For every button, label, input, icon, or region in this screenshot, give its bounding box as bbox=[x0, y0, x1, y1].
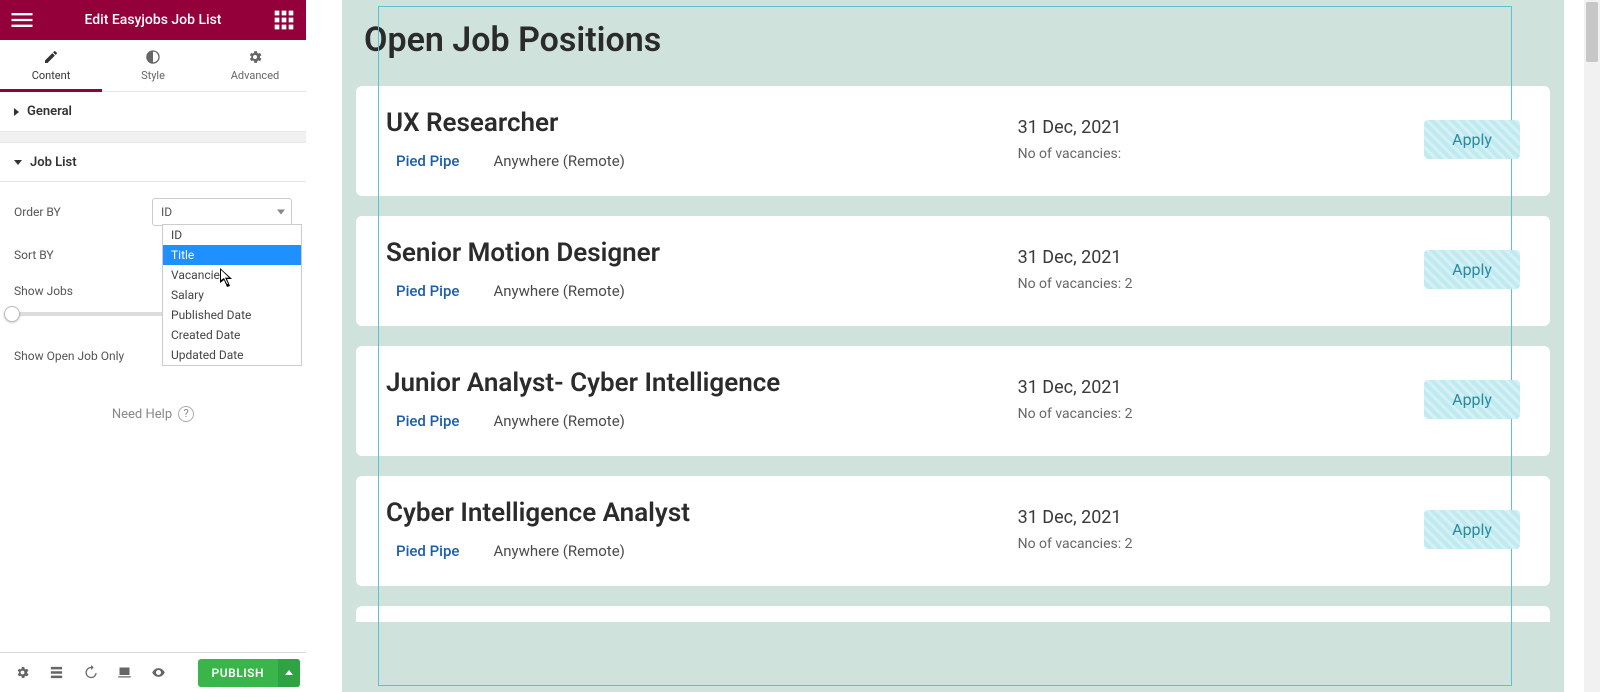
panel-footer: PUBLISH bbox=[0, 652, 306, 692]
section-general[interactable]: General bbox=[0, 92, 306, 132]
tab-advanced[interactable]: Advanced bbox=[204, 40, 306, 91]
panel-header: Edit Easyjobs Job List bbox=[0, 0, 306, 40]
job-vacancies: No of vacancies: bbox=[1018, 146, 1350, 162]
order-by-option[interactable]: Created Date bbox=[163, 325, 301, 345]
order-by-label: Order BY bbox=[14, 205, 152, 219]
job-company[interactable]: Pied Pipe bbox=[396, 152, 459, 170]
job-date: 31 Dec, 2021 bbox=[1018, 377, 1350, 398]
job-title: Cyber Intelligence Analyst bbox=[386, 498, 1018, 528]
job-location: Anywhere (Remote) bbox=[493, 542, 624, 560]
control-order-by: Order BY ID IDTitleVacanciesSalaryPublis… bbox=[14, 198, 292, 226]
widget-area[interactable]: Open Job Positions UX Researcher Pied Pip… bbox=[342, 0, 1564, 692]
panel-title: Edit Easyjobs Job List bbox=[85, 12, 222, 28]
responsive-icon[interactable] bbox=[108, 657, 140, 689]
need-help-label: Need Help bbox=[112, 407, 172, 422]
job-date: 31 Dec, 2021 bbox=[1018, 117, 1350, 138]
controls: Order BY ID IDTitleVacanciesSalaryPublis… bbox=[0, 182, 306, 422]
job-location: Anywhere (Remote) bbox=[493, 412, 624, 430]
history-icon[interactable] bbox=[74, 657, 106, 689]
job-card: Cyber Intelligence Analyst Pied Pipe Anywh… bbox=[356, 476, 1550, 586]
scrollbar[interactable] bbox=[1584, 0, 1600, 692]
order-by-option[interactable]: Published Date bbox=[163, 305, 301, 325]
job-card: Junior Analyst- Cyber Intelligence Pied P… bbox=[356, 346, 1550, 456]
apply-button[interactable]: Apply bbox=[1424, 380, 1520, 419]
publish-button[interactable]: PUBLISH bbox=[198, 659, 300, 687]
job-vacancies: No of vacancies: 2 bbox=[1018, 276, 1350, 292]
chevron-down-icon bbox=[14, 160, 22, 165]
section-gap bbox=[0, 132, 306, 142]
menu-icon[interactable] bbox=[8, 6, 36, 34]
order-by-option[interactable]: Salary bbox=[163, 285, 301, 305]
need-help[interactable]: Need Help ? bbox=[14, 406, 292, 422]
tab-style[interactable]: Style bbox=[102, 40, 204, 91]
page-title: Open Job Positions bbox=[364, 20, 1550, 60]
preview-icon[interactable] bbox=[142, 657, 174, 689]
order-by-dropdown[interactable]: IDTitleVacanciesSalaryPublished DateCrea… bbox=[162, 224, 302, 366]
job-company[interactable]: Pied Pipe bbox=[396, 412, 459, 430]
job-card: Senior Motion Designer Pied Pipe Anywhere … bbox=[356, 216, 1550, 326]
order-by-value: ID bbox=[161, 205, 172, 219]
job-card: UX Researcher Pied Pipe Anywhere (Remote) 3… bbox=[356, 86, 1550, 196]
job-vacancies: No of vacancies: 2 bbox=[1018, 536, 1350, 552]
order-by-option[interactable]: Vacancies bbox=[163, 265, 301, 285]
job-card-peek bbox=[356, 606, 1550, 622]
apply-button[interactable]: Apply bbox=[1424, 120, 1520, 159]
job-title: Senior Motion Designer bbox=[386, 238, 1018, 268]
job-location: Anywhere (Remote) bbox=[493, 282, 624, 300]
apply-button[interactable]: Apply bbox=[1424, 510, 1520, 549]
job-title: Junior Analyst- Cyber Intelligence bbox=[386, 368, 1018, 398]
publish-dropdown[interactable] bbox=[278, 659, 300, 687]
preview-canvas: Open Job Positions UX Researcher Pied Pip… bbox=[306, 0, 1600, 692]
tab-advanced-label: Advanced bbox=[231, 69, 279, 82]
navigator-icon[interactable] bbox=[40, 657, 72, 689]
apps-grid-icon[interactable] bbox=[270, 6, 298, 34]
editor-panel: Edit Easyjobs Job List Content Style Adv… bbox=[0, 0, 306, 692]
publish-label: PUBLISH bbox=[198, 666, 278, 680]
slider-thumb[interactable] bbox=[4, 306, 20, 322]
tab-content[interactable]: Content bbox=[0, 40, 102, 91]
caret-up-icon bbox=[285, 670, 293, 675]
help-icon: ? bbox=[178, 406, 194, 422]
job-date: 31 Dec, 2021 bbox=[1018, 507, 1350, 528]
order-by-option[interactable]: Updated Date bbox=[163, 345, 301, 365]
job-date: 31 Dec, 2021 bbox=[1018, 247, 1350, 268]
chevron-down-icon bbox=[277, 210, 285, 215]
job-company[interactable]: Pied Pipe bbox=[396, 542, 459, 560]
job-location: Anywhere (Remote) bbox=[493, 152, 624, 170]
order-by-option[interactable]: Title bbox=[163, 245, 301, 265]
order-by-option[interactable]: ID bbox=[163, 225, 301, 245]
apply-button[interactable]: Apply bbox=[1424, 250, 1520, 289]
job-company[interactable]: Pied Pipe bbox=[396, 282, 459, 300]
tab-style-label: Style bbox=[141, 69, 165, 82]
section-job-list-label: Job List bbox=[30, 155, 77, 170]
panel-tabs: Content Style Advanced bbox=[0, 40, 306, 92]
scrollbar-thumb[interactable] bbox=[1586, 2, 1598, 62]
section-job-list[interactable]: Job List bbox=[0, 142, 306, 182]
job-vacancies: No of vacancies: 2 bbox=[1018, 406, 1350, 422]
tab-content-label: Content bbox=[32, 69, 71, 82]
settings-icon[interactable] bbox=[6, 657, 38, 689]
order-by-select[interactable]: ID bbox=[152, 198, 292, 226]
job-title: UX Researcher bbox=[386, 108, 1018, 138]
chevron-right-icon bbox=[14, 108, 19, 116]
section-general-label: General bbox=[27, 104, 72, 119]
